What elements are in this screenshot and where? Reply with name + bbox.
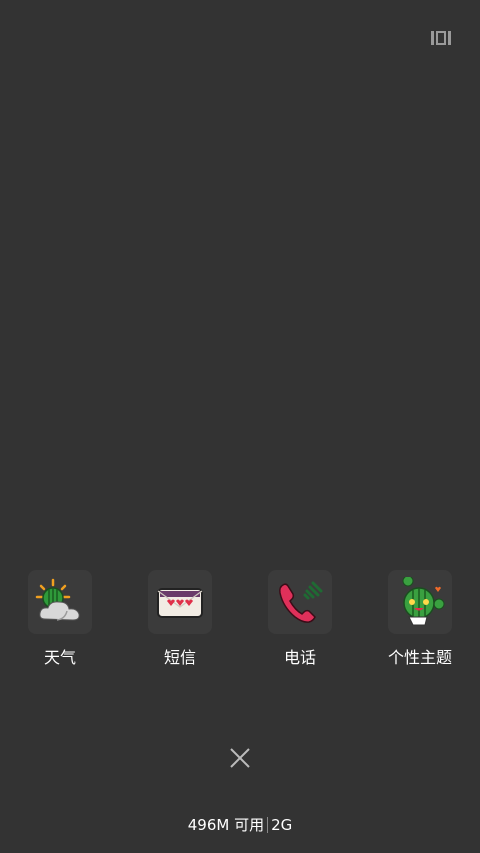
memory-status: 496M 可用 2G [0,815,480,835]
memory-total: 2G [271,816,293,834]
app-phone[interactable]: 电话 [248,570,352,667]
app-themes[interactable]: 个性主题 [368,570,472,667]
app-messages[interactable]: 短信 [128,570,232,667]
messages-icon [157,588,203,618]
app-weather[interactable]: 天气 [8,570,112,667]
app-weather-label: 天气 [43,648,76,667]
app-themes-tile[interactable] [388,570,452,634]
recent-apps-row: 天气 短信 电话 个性主题 [0,570,480,680]
app-messages-tile[interactable] [148,570,212,634]
recent-layout-icon[interactable] [431,30,451,46]
memory-divider [267,817,269,833]
app-weather-tile[interactable] [28,570,92,634]
phone-icon [279,581,323,623]
close-all-button[interactable] [228,746,252,770]
close-icon [230,748,250,768]
memory-available: 496M 可用 [187,816,265,834]
app-phone-label: 电话 [283,648,316,667]
app-messages-label: 短信 [163,648,196,667]
themes-icon [402,577,445,626]
app-themes-label: 个性主题 [387,648,452,667]
weather-icon [35,578,80,621]
app-phone-tile[interactable] [268,570,332,634]
